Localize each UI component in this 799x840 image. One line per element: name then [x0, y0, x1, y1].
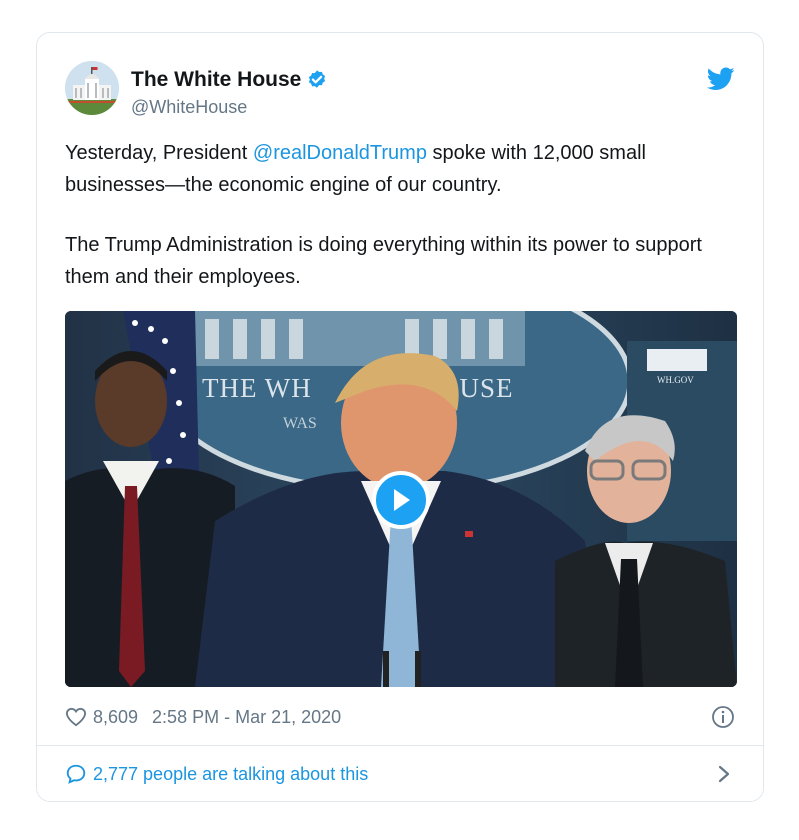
heart-icon[interactable]	[65, 707, 87, 727]
avatar[interactable]	[65, 61, 119, 115]
author-names: The White House @WhiteHouse	[131, 67, 328, 119]
tweet-paragraph-2: The Trump Administration is doing everyt…	[65, 234, 702, 288]
video-player[interactable]: THE WH OUSE WAS WH.GOV	[65, 311, 737, 687]
display-name[interactable]: The White House	[131, 67, 301, 93]
tweet-card: The White House @WhiteHouse Yesterday, P…	[36, 32, 764, 802]
play-icon	[394, 489, 410, 511]
play-button[interactable]	[372, 471, 430, 529]
sign-text: WH.GOV	[657, 375, 694, 385]
backdrop-text: THE WH	[202, 373, 312, 403]
like-count: 8,609	[93, 706, 139, 727]
conversation-link[interactable]: 2,777 people are talking about this	[65, 757, 735, 791]
chevron-right-icon	[718, 765, 730, 783]
divider	[37, 745, 763, 746]
twitter-bird-icon[interactable]	[707, 67, 735, 91]
backdrop-text-3: WAS	[283, 415, 317, 432]
info-icon[interactable]	[711, 705, 735, 729]
tweet-text: Yesterday, President @realDonaldTrump sp…	[65, 137, 745, 293]
timestamp-link[interactable]: 2:58 PM - Mar 21, 2020	[152, 707, 341, 728]
tweet-paragraph-1: Yesterday, President @realDonaldTrump sp…	[65, 137, 745, 201]
mention-link[interactable]: @realDonaldTrump	[253, 142, 427, 164]
tweet-header: The White House @WhiteHouse	[65, 61, 735, 121]
speech-bubble-icon	[66, 764, 86, 784]
verified-badge-icon	[309, 70, 326, 88]
tweet-meta: 8,609 2:58 PM - Mar 21, 2020	[65, 703, 735, 731]
author-handle[interactable]: @WhiteHouse	[131, 95, 328, 119]
talking-count: 2,777 people are talking about this	[93, 763, 369, 784]
white-house-avatar-icon	[65, 61, 119, 115]
display-name-row: The White House	[131, 67, 328, 93]
text-segment: Yesterday, President	[65, 142, 253, 164]
